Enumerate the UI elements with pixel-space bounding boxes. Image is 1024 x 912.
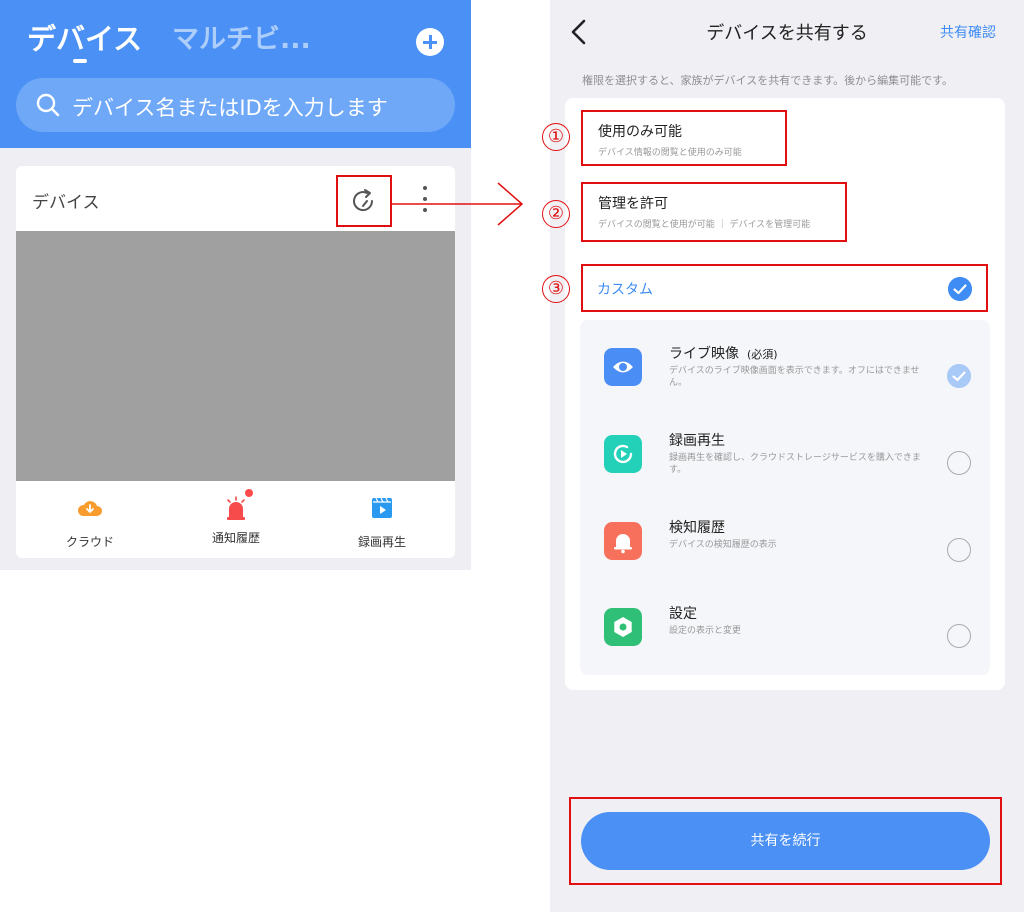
tab-indicator [73,59,87,63]
bell-icon [604,522,642,560]
alert-history-label: 通知履歴 [211,531,260,545]
option-title: 使用のみ可能 [598,124,682,140]
permission-title: 録画再生 [669,433,725,449]
annotation-number-3: ③ [542,275,570,303]
option-allow-management[interactable]: 管理を許可 デバイスの閲覧と使用が可能 ｜ デバイスを管理可能 [581,182,847,242]
permission-playback[interactable]: 録画再生 録画再生を確認し、クラウドストレージサービスを購入できます。 [580,415,990,503]
option-title: カスタム [597,282,653,298]
alarm-icon [222,489,253,522]
cloud-label: クラウド [65,535,114,549]
permission-description: 設定の表示と変更 [669,626,742,636]
device-name: デバイス [32,193,100,213]
search-placeholder: デバイス名またはIDを入力します [72,96,388,120]
option-description: デバイスの閲覧と使用が可能 ｜ デバイスを管理可能 [598,220,811,230]
permission-title: 設定 [669,606,697,622]
continue-share-button[interactable]: 共有を続行 [581,812,990,870]
permission-description: デバイスの検知履歴の表示 [669,540,777,550]
video-preview[interactable] [16,231,455,481]
tab-multiview[interactable]: マルチビ... [172,17,311,56]
playback-label: 録画再生 [357,535,406,549]
share-icon [353,189,374,212]
playback-icon [372,497,392,518]
eye-icon [604,348,642,386]
permission-hint: 権限を選択すると、家族がデバイスを共有できます。後から編集可能です。 [582,74,954,87]
annotation-arrow [392,182,524,226]
alert-history-button[interactable]: 通知履歴 [176,489,296,546]
continue-highlight: 共有を続行 [569,797,1002,885]
add-device-button[interactable] [416,28,444,56]
tab-devices[interactable]: デバイス [27,16,142,58]
permission-settings[interactable]: 設定 設定の表示と変更 [580,588,990,676]
device-list-screen: デバイス マルチビ... デバイス名またはIDを入力します デバイス クラウド [0,0,471,570]
permission-title: 検知履歴 [669,520,725,536]
header: デバイス マルチビ... デバイス名またはIDを入力します [0,0,471,148]
option-custom[interactable]: カスタム [581,264,988,312]
radio-unchecked[interactable] [947,451,971,475]
search-input[interactable]: デバイス名またはIDを入力します [16,78,455,132]
permission-live-view[interactable]: ライブ映像 (必須) デバイスのライブ映像画面を表示できます。オフにはできません。 [580,328,990,416]
share-button[interactable] [336,175,392,227]
playback-button[interactable]: 録画再生 [322,494,442,550]
cloud-button[interactable]: クラウド [30,494,150,550]
permission-title: ライブ映像 (必須) [669,346,778,362]
radio-unchecked[interactable] [947,624,971,648]
annotation-number-2: ② [542,200,570,228]
required-note: (必須) [747,348,778,361]
annotation-number-1: ① [542,123,570,151]
search-icon [36,93,60,117]
permission-description: デバイスのライブ映像画面を表示できます。オフにはできません。 [669,366,920,388]
checked-disabled-icon [947,364,971,388]
share-confirm-link[interactable]: 共有確認 [940,22,996,42]
checkmark-icon [948,277,972,301]
cloud-icon [77,501,102,516]
option-description: デバイス情報の閲覧と使用のみ可能 [598,148,742,158]
custom-permission-list: ライブ映像 (必須) デバイスのライブ映像画面を表示できます。オフにはできません。… [580,320,990,675]
option-title: 管理を許可 [598,196,668,212]
permission-detection-history[interactable]: 検知履歴 デバイスの検知履歴の表示 [580,502,990,590]
settings-icon [604,608,642,646]
permission-description: 録画再生を確認し、クラウドストレージサービスを購入できます。 [669,453,921,475]
replay-icon [604,435,642,473]
notification-dot [245,489,253,497]
radio-unchecked[interactable] [947,538,971,562]
option-use-only[interactable]: 使用のみ可能 デバイス情報の閲覧と使用のみ可能 [581,110,787,166]
